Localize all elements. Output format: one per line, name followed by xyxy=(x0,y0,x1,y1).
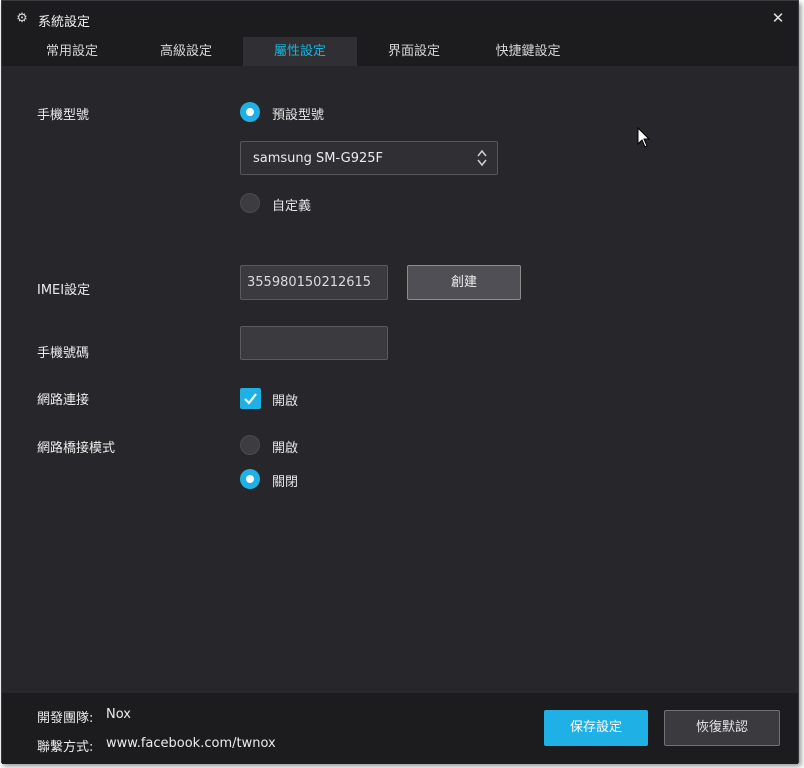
bridge-mode-off-option-label: 關閉 xyxy=(272,475,299,490)
custom-model-radio[interactable] xyxy=(240,193,260,213)
preset-model-option-label: 預設型號 xyxy=(272,108,325,123)
imei-label: IMEI設定 xyxy=(37,283,91,298)
tab-interface-settings[interactable]: 界面設定 xyxy=(357,37,471,66)
bridge-mode-on-option-label: 開啟 xyxy=(272,441,299,456)
title-bar: ⚙ 系統設定 ✕ xyxy=(2,1,798,37)
bridge-mode-on-radio[interactable] xyxy=(240,435,260,455)
network-connection-option-label: 開啟 xyxy=(272,394,299,409)
tab-common-settings[interactable]: 常用設定 xyxy=(15,37,129,66)
network-connection-label: 網路連接 xyxy=(37,393,90,408)
gear-icon: ⚙ xyxy=(16,11,28,26)
create-imei-button[interactable]: 創建 xyxy=(407,265,521,300)
developer-team-value: Nox xyxy=(106,707,131,722)
tab-property-settings[interactable]: 屬性設定 xyxy=(243,37,357,66)
imei-input[interactable] xyxy=(240,265,388,300)
contact-link[interactable]: www.facebook.com/twnox xyxy=(106,736,276,751)
network-connection-checkbox[interactable] xyxy=(240,388,261,409)
bridge-mode-off-radio[interactable] xyxy=(240,469,260,489)
window-title: 系統設定 xyxy=(38,15,91,30)
phone-model-select[interactable]: samsung SM-G925F xyxy=(240,141,498,175)
chevron-up-down-icon xyxy=(477,149,487,167)
close-icon[interactable]: ✕ xyxy=(768,8,788,28)
developer-team-label: 開發團隊: xyxy=(37,711,94,726)
contact-label: 聯繫方式: xyxy=(37,740,94,755)
custom-model-option-label: 自定義 xyxy=(272,199,312,214)
settings-window: ⚙ 系統設定 ✕ 常用設定 高級設定 屬性設定 界面設定 快捷鍵設定 手機型號 … xyxy=(1,0,799,764)
tab-bar: 常用設定 高級設定 屬性設定 界面設定 快捷鍵設定 xyxy=(2,37,798,66)
phone-model-value: samsung SM-G925F xyxy=(253,151,384,166)
check-icon xyxy=(244,393,257,405)
bridge-mode-label: 網路橋接模式 xyxy=(37,441,116,456)
tab-shortcut-settings[interactable]: 快捷鍵設定 xyxy=(471,37,585,66)
footer-bar: 開發團隊: Nox 聯繫方式: www.facebook.com/twnox 保… xyxy=(2,693,798,764)
tab-advanced-settings[interactable]: 高級設定 xyxy=(129,37,243,66)
save-settings-button[interactable]: 保存設定 xyxy=(544,710,648,746)
mouse-pointer-icon xyxy=(637,127,651,148)
settings-content: 手機型號 預設型號 samsung SM-G925F 自定義 IMEI設定 創建… xyxy=(2,66,798,693)
phone-model-label: 手機型號 xyxy=(37,108,90,123)
restore-defaults-button[interactable]: 恢復默認 xyxy=(664,710,780,746)
preset-model-radio[interactable] xyxy=(240,102,260,122)
phone-number-label: 手機號碼 xyxy=(37,346,90,361)
phone-number-input[interactable] xyxy=(240,326,388,360)
